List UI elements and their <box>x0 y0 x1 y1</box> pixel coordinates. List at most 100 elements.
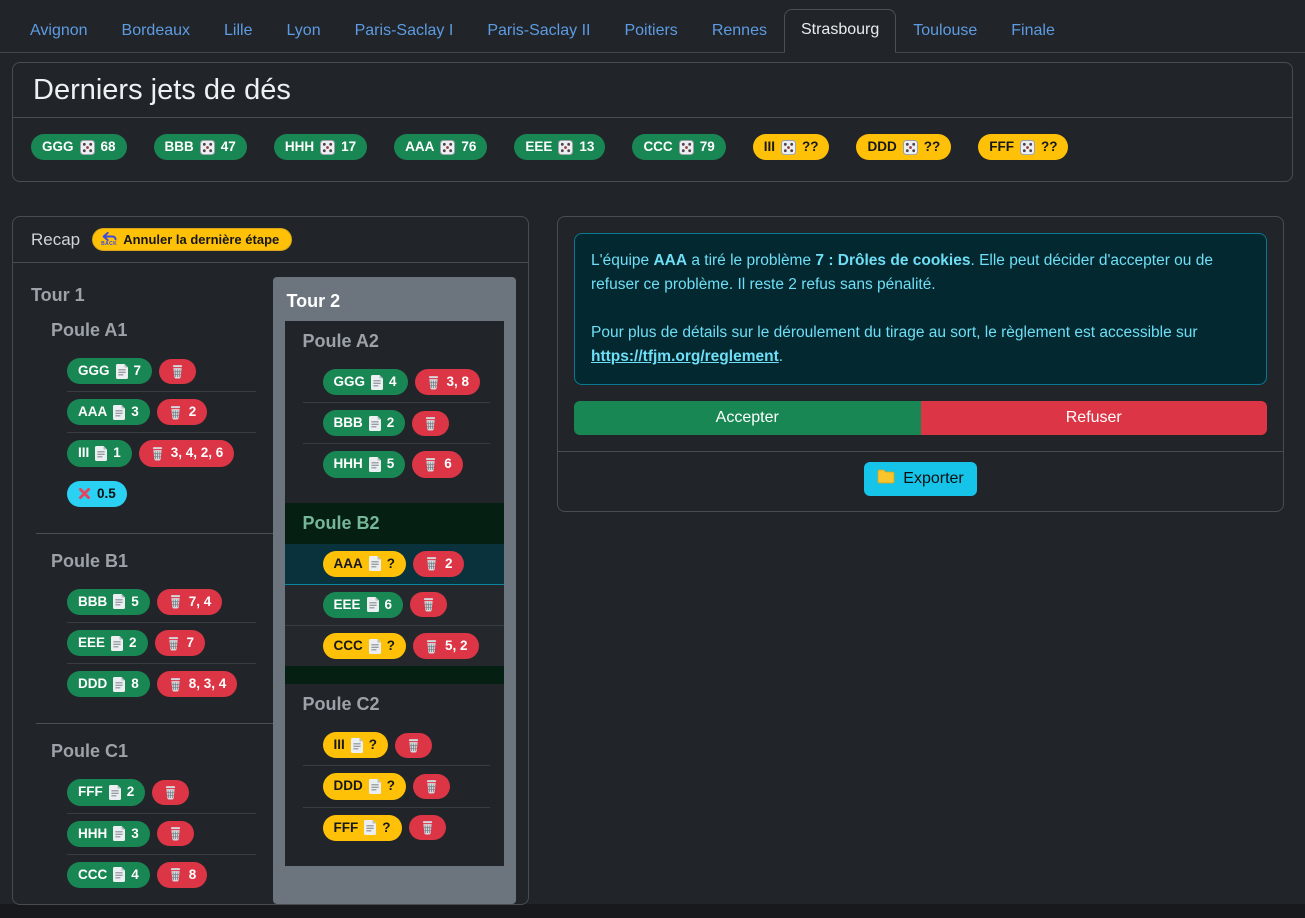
roll-value: 79 <box>700 139 715 155</box>
rejected-trash-icon <box>163 785 178 800</box>
problem-number: 8 <box>131 676 139 692</box>
last-roll-badge: GGG68 <box>31 134 127 160</box>
team-row: FFF2 <box>67 772 256 813</box>
undo-last-step-button[interactable]: BACK Annuler la dernière étape <box>92 228 292 251</box>
problem-document-icon <box>95 446 107 461</box>
problem-number: 3 <box>131 404 139 420</box>
tab-paris-saclay-i[interactable]: Paris-Saclay I <box>338 10 471 53</box>
problem-number: ? <box>387 556 395 572</box>
team-row: DDD 8 8, 3, 4 <box>67 664 256 704</box>
last-rolls-card: Derniers jets de dés GGG68BBB47HHH17AAA7… <box>12 62 1293 182</box>
team-row: CCC48 <box>67 855 256 895</box>
rejected-problems-badge: 8, 3, 4 <box>157 671 238 697</box>
tab-poitiers[interactable]: Poitiers <box>607 10 694 53</box>
team-code: DDD <box>78 676 107 692</box>
team-code: EEE <box>78 635 105 651</box>
tab-paris-saclay-ii[interactable]: Paris-Saclay II <box>470 10 607 53</box>
problem-document-icon <box>113 594 125 609</box>
problem-number: 5 <box>387 456 395 472</box>
penalty-value: 0.5 <box>97 486 116 502</box>
export-button[interactable]: Exporter <box>864 462 976 496</box>
rejected-problems-badge: 5, 2 <box>413 633 479 659</box>
problem-document-icon <box>369 779 381 794</box>
roll-value: 13 <box>579 139 594 155</box>
team-row: DDD? <box>303 766 490 807</box>
problem-number: 1 <box>113 445 121 461</box>
reglement-link[interactable]: https://tfjm.org/reglement <box>591 348 779 365</box>
accept-button[interactable]: Accepter <box>574 401 921 435</box>
tab-avignon[interactable]: Avignon <box>13 10 105 53</box>
problem-number: 4 <box>389 374 397 390</box>
draw-action-card: L'équipe AAA a tiré le problème 7 : Drôl… <box>557 216 1284 512</box>
problem-number: ? <box>387 638 395 654</box>
die-icon <box>440 140 455 155</box>
last-roll-badge: HHH17 <box>274 134 367 160</box>
alert-bold-text: AAA <box>653 252 687 269</box>
rejected-trash-icon <box>426 375 441 390</box>
die-icon <box>781 140 796 155</box>
team-problem-badge: DDD 8 <box>67 671 150 697</box>
penalty-badge: 0.5 <box>67 481 127 507</box>
roll-value: ?? <box>924 139 941 155</box>
team-row: HHH3 <box>67 814 256 855</box>
team-code: AAA <box>334 556 363 572</box>
problem-document-icon <box>371 375 383 390</box>
die-icon <box>320 140 335 155</box>
team-row: III? <box>303 725 490 766</box>
rejected-problems-badge <box>410 592 447 617</box>
team-code: HHH <box>334 456 363 472</box>
die-icon <box>558 140 573 155</box>
problem-document-icon <box>109 785 121 800</box>
poule-section: Poule B2AAA?2EEE6CCC?5, 2 <box>285 503 504 685</box>
team-problem-badge: AAA? <box>323 551 407 577</box>
team-problem-badge: III1 <box>67 440 132 466</box>
tab-rennes[interactable]: Rennes <box>695 10 784 53</box>
problem-number: 4 <box>131 867 139 883</box>
team-problem-badge: BBB5 <box>67 589 150 615</box>
problem-number: 2 <box>387 415 395 431</box>
rejected-trash-icon <box>424 556 439 571</box>
rejected-problems-badge <box>395 733 432 758</box>
last-roll-badge: BBB47 <box>154 134 247 160</box>
poule-section: Poule B1BBB57, 4EEE27DDD88, 3, 4 <box>51 551 256 705</box>
die-icon <box>200 140 215 155</box>
rejected-values: 7 <box>187 635 195 651</box>
tab-toulouse[interactable]: Toulouse <box>896 10 994 53</box>
alert-bold-text: 7 : Drôles de cookies <box>815 252 970 269</box>
poule-section: Poule C1FFF2HHH3CCC48 <box>51 741 256 895</box>
rejected-trash-icon <box>421 597 436 612</box>
tab-lyon[interactable]: Lyon <box>270 10 338 53</box>
problem-document-icon <box>369 457 381 472</box>
rejected-trash-icon <box>166 636 181 651</box>
team-code: III <box>334 737 345 753</box>
team-row: AAA?2 <box>285 544 504 585</box>
export-folder-icon <box>877 469 895 489</box>
team-problem-badge: CCC4 <box>67 862 150 888</box>
problem-document-icon <box>116 364 128 379</box>
last-roll-badge: DDD?? <box>856 134 951 160</box>
refuse-button[interactable]: Refuser <box>921 401 1268 435</box>
problem-document-icon <box>113 826 125 841</box>
problem-document-icon <box>364 820 376 835</box>
poule-name: Poule A1 <box>51 320 256 341</box>
problem-document-icon <box>367 597 379 612</box>
poule-name: Poule A2 <box>303 331 504 352</box>
tab-lille[interactable]: Lille <box>207 10 269 53</box>
roll-value: 17 <box>341 139 356 155</box>
tab-finale[interactable]: Finale <box>994 10 1072 53</box>
tab-strasbourg[interactable]: Strasbourg <box>784 9 896 53</box>
rejected-values: 3, 4, 2, 6 <box>171 445 224 461</box>
last-roll-badge: AAA76 <box>394 134 487 160</box>
team-code: GGG <box>78 363 110 379</box>
rejected-trash-icon <box>170 364 185 379</box>
last-roll-badge: FFF?? <box>978 134 1068 160</box>
team-row: HHH 5 6 <box>303 444 490 484</box>
problem-document-icon <box>351 738 363 753</box>
undo-button-label: Annuler la dernière étape <box>123 232 279 247</box>
problem-document-icon <box>369 416 381 431</box>
rejected-values: 6 <box>444 456 452 472</box>
die-icon <box>903 140 918 155</box>
problem-number: 7 <box>134 363 142 379</box>
tab-bordeaux[interactable]: Bordeaux <box>105 10 208 53</box>
tour-inner: Poule A2GGG43, 8BBB2HHH56Poule B2AAA?2EE… <box>285 321 504 866</box>
